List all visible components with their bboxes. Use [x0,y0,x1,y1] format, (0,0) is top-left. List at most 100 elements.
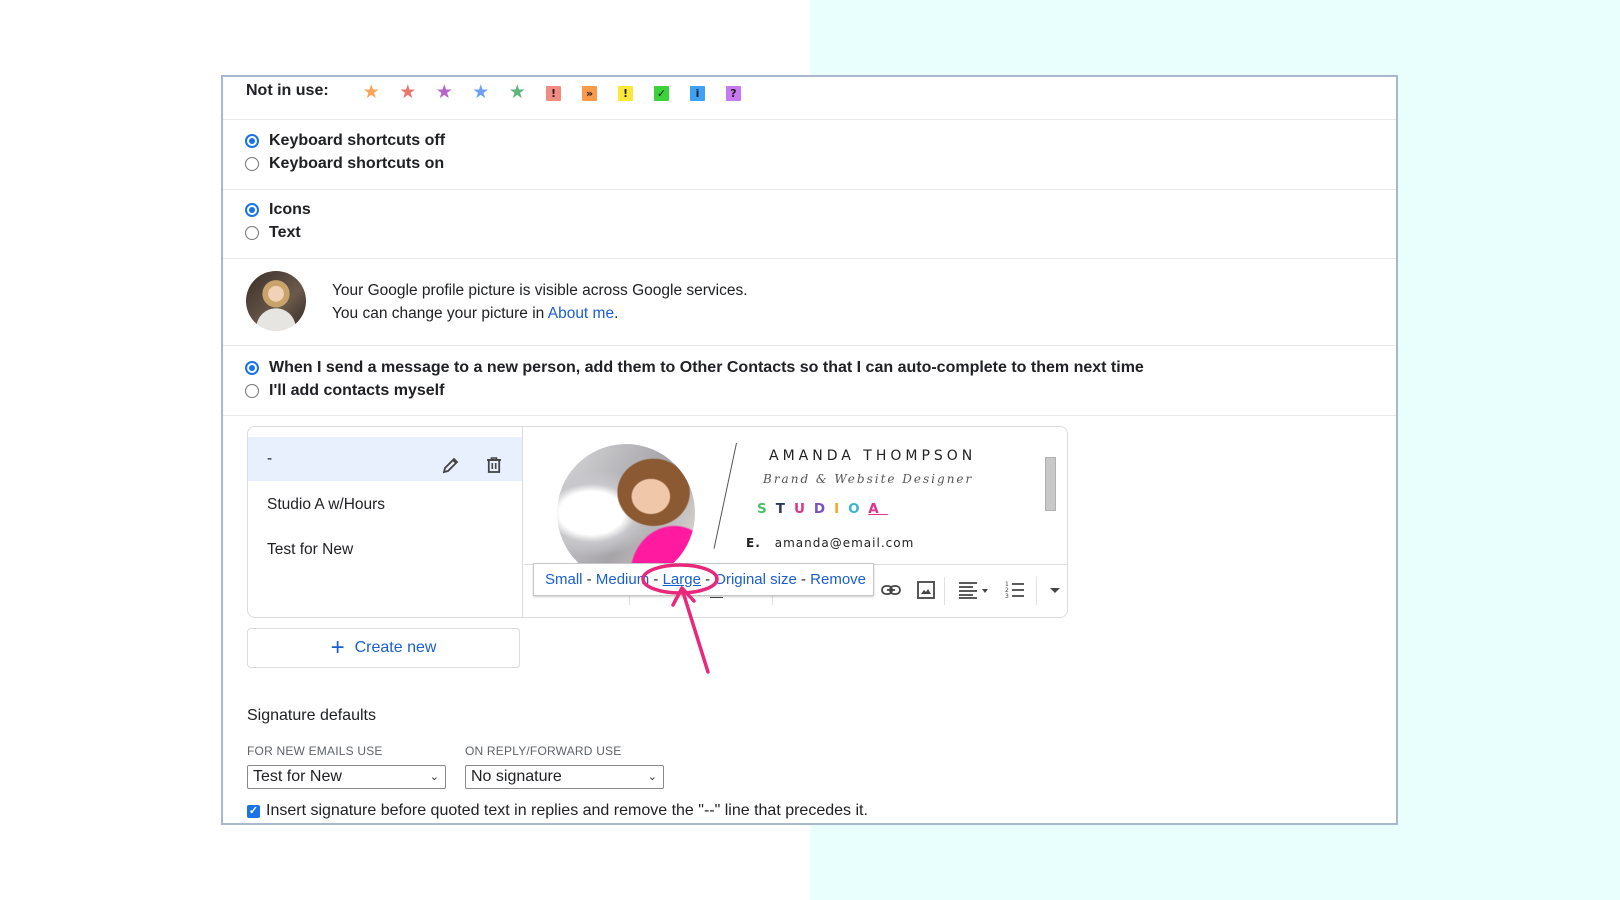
icons-option[interactable]: Icons [245,199,311,221]
profile-picture-row: Your Google profile picture is visible a… [223,259,1396,346]
resize-original-link[interactable]: Original size [714,571,797,588]
manual-contacts-option[interactable]: I'll add contacts myself [245,380,444,402]
signature-title: Brand & Website Designer [763,472,974,486]
resize-large-link[interactable]: Large [663,571,701,588]
separator: - [796,571,811,588]
red-star-icon[interactable]: ★ [390,83,427,103]
manual-contacts-label: I'll add contacts myself [269,382,445,399]
logo-letter: I [834,501,849,517]
create-new-label: Create new [354,639,437,656]
align-icon[interactable] [957,579,991,606]
resize-small-link[interactable]: Small [545,571,583,588]
orange-star-icon[interactable]: ★ [353,83,390,103]
orange-guillemet-icon[interactable]: » [582,85,597,101]
logo-letter: D [813,501,835,517]
settings-panel: Not in use: ★ ★ ★ ★ ★ ! » ! ✓ i ? Keyboa… [221,75,1398,825]
blue-star-icon[interactable]: ★ [463,83,500,103]
green-star-icon[interactable]: ★ [499,83,536,103]
signature-item[interactable]: Studio A w/Hours [248,483,522,527]
text-radio[interactable] [245,226,259,240]
keyboard-shortcuts-row: Keyboard shortcuts off Keyboard shortcut… [223,120,1396,190]
logo-letter: O [848,501,869,517]
separator: - [582,571,596,588]
auto-add-contacts-option[interactable]: When I send a message to a new person, a… [245,357,1144,379]
keyboard-shortcuts-off-radio[interactable] [245,134,259,148]
reply-forward-signature-select[interactable]: No signature ⌄ [465,765,664,789]
editor-scrollbar[interactable] [1045,457,1056,511]
separator: - [700,571,715,588]
plus-icon: + [330,634,345,661]
create-contacts-row: When I send a message to a new person, a… [223,346,1396,416]
logo-letter: U [793,501,814,517]
signature-defaults-title: Signature defaults [247,707,376,724]
signature-item[interactable]: Test for New [248,528,522,572]
purple-star-icon[interactable]: ★ [426,83,463,103]
green-check-icon[interactable]: ✓ [654,85,669,101]
icons-label: Icons [269,201,311,218]
text-option[interactable]: Text [245,222,301,244]
signature-divider [713,442,737,549]
keyboard-shortcuts-on-radio[interactable] [245,157,259,171]
profile-avatar [246,271,306,331]
signature-item[interactable]: - [248,437,522,481]
keyboard-shortcuts-off-label: Keyboard shortcuts off [269,132,446,149]
logo-letter: T [775,501,794,517]
insert-before-quoted-option[interactable]: ✓ Insert signature before quoted text in… [247,802,868,820]
separator: - [649,571,663,588]
about-me-link[interactable]: About me [548,305,614,322]
text-label: Text [269,224,301,241]
signature-item-label: Test for New [267,541,354,558]
keyboard-shortcuts-on-option[interactable]: Keyboard shortcuts on [245,153,444,175]
signature-item-label: Studio A w/Hours [267,496,386,513]
keyboard-shortcuts-off-option[interactable]: Keyboard shortcuts off [245,130,445,152]
email-label: E. [746,536,761,550]
reply-forward-label: ON REPLY/FORWARD USE [465,744,622,758]
signature-email: E. amanda@email.com [746,536,914,550]
profile-text-line1: Your Google profile picture is visible a… [332,282,748,299]
red-bang-icon[interactable]: ! [546,85,561,101]
signature-list: - Studio A w/Hours Test for New [248,427,523,617]
reply-forward-selected-value: No signature [471,768,562,785]
yellow-bang-icon[interactable]: ! [618,85,633,101]
remove-image-link[interactable]: Remove [810,571,866,588]
svg-text:3: 3 [1005,593,1009,600]
image-resize-popup: Small - Medium - Large - Original size -… [533,563,874,596]
signature-item-label: - [267,450,273,467]
profile-text-prefix: You can change your picture in [332,305,548,322]
new-emails-label: FOR NEW EMAILS USE [247,744,383,758]
profile-text: Your Google profile picture is visible a… [332,279,748,325]
signature-editor[interactable]: AMANDA THOMPSON Brand & Website Designer… [524,427,1067,582]
new-emails-signature-select[interactable]: Test for New ⌄ [247,765,446,789]
insert-image-icon[interactable] [915,579,937,606]
blue-info-icon[interactable]: i [690,85,705,101]
purple-question-icon[interactable]: ? [726,85,741,101]
link-icon[interactable] [880,579,902,606]
stars-row: Not in use: ★ ★ ★ ★ ★ ! » ! ✓ i ? [223,77,1396,120]
signature-photo[interactable] [557,444,695,582]
insert-before-quoted-checkbox[interactable]: ✓ [247,804,260,818]
resize-medium-link[interactable]: Medium [596,571,649,588]
button-labels-row: Icons Text [223,190,1396,259]
edit-pencil-icon[interactable] [441,449,461,474]
logo-letter: A [868,501,888,517]
toolbar-separator [944,577,945,605]
delete-trash-icon[interactable] [484,449,504,473]
create-new-signature-button[interactable]: + Create new [247,628,520,668]
more-formatting-icon[interactable] [1048,579,1062,606]
keyboard-shortcuts-on-label: Keyboard shortcuts on [269,155,445,172]
chevron-down-icon: ⌄ [647,771,657,783]
auto-add-contacts-radio[interactable] [245,361,259,375]
studio-a-logo: STUDIOA [757,501,888,517]
manual-contacts-radio[interactable] [245,384,259,398]
icons-radio[interactable] [245,203,259,217]
email-value: amanda@email.com [774,536,915,550]
logo-letter: S [757,501,776,517]
auto-add-contacts-label: When I send a message to a new person, a… [269,359,1144,376]
stars-icons: ★ ★ ★ ★ ★ ! » ! ✓ i ? [353,83,752,103]
numbered-list-icon[interactable]: 123 [1004,579,1026,606]
new-emails-selected-value: Test for New [253,768,342,785]
toolbar-separator [1036,577,1037,605]
insert-before-quoted-label: Insert signature before quoted text in r… [266,802,868,819]
signature-name: AMANDA THOMPSON [769,448,977,464]
not-in-use-label: Not in use: [246,82,329,99]
